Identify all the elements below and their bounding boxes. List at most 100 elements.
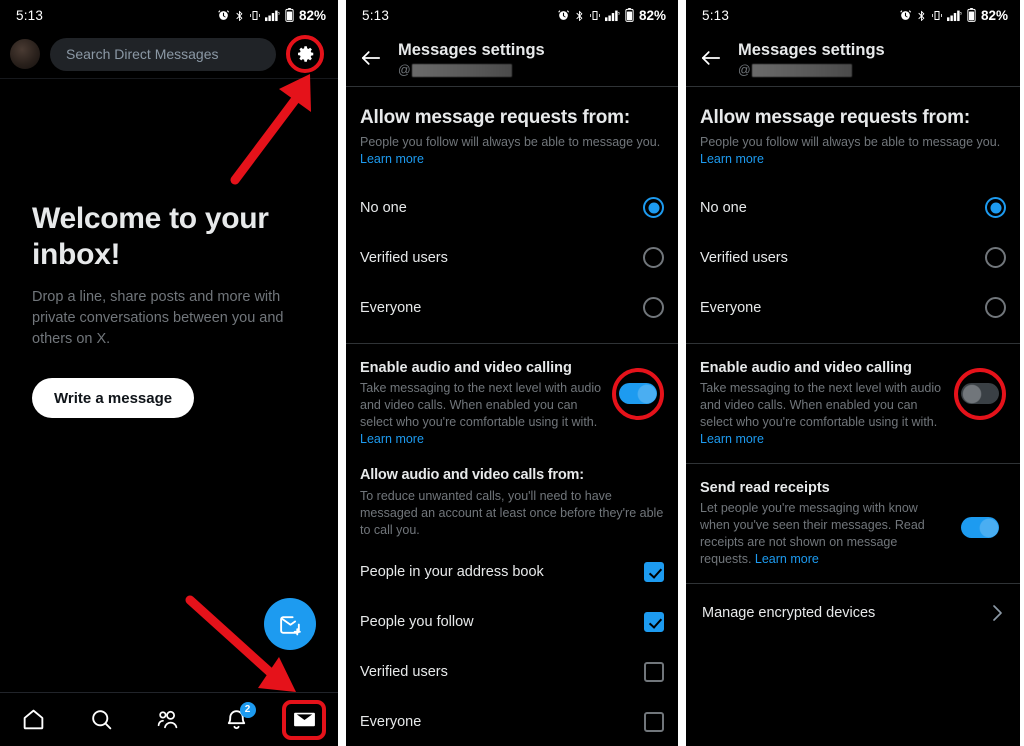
setting-description-text: Take messaging to the next level with au… [360,380,602,430]
learn-more-link[interactable]: Learn more [755,552,819,566]
calls-from-section: Allow audio and video calls from: To red… [346,463,678,540]
page-title: Messages settings [398,41,545,59]
svg-text:5: 5 [618,11,620,15]
nav-item-messages[interactable] [270,693,338,746]
nav-item-notifications[interactable]: 2 [203,693,271,746]
panel-messages-settings-calling-on: 5:13 5 82% Messages settings @ Allow mes… [346,0,678,746]
back-button[interactable] [360,48,382,68]
radio-button[interactable] [985,197,1006,218]
checkbox[interactable] [644,662,664,683]
bluetooth-icon [576,10,583,21]
section-description: People you follow will always be able to… [700,134,1006,169]
learn-more-link[interactable]: Learn more [700,152,764,166]
toggle-switch-off[interactable] [961,383,999,404]
setting-description: Take messaging to the next level with au… [700,380,944,449]
svg-text:5: 5 [278,11,280,15]
panel-separator-1 [338,0,346,746]
radio-button[interactable] [643,297,664,318]
radio-button[interactable] [643,247,664,268]
radio-button[interactable] [985,247,1006,268]
handle-prefix: @ [398,63,411,77]
write-a-message-button[interactable]: Write a message [32,378,195,419]
radio-option-verified-users[interactable]: Verified users [686,233,1020,283]
setting-title: Send read receipts [700,479,830,496]
home-icon [24,709,44,730]
nav-item-home[interactable] [0,693,68,746]
nav-item-communities[interactable] [135,693,203,746]
search-icon [92,710,112,730]
status-bar-clock: 5:13 [16,7,44,23]
option-label: Everyone [360,299,422,316]
read-receipts-toggle[interactable] [954,502,1006,554]
section-description: To reduce unwanted calls, you'll need to… [360,488,664,538]
settings-gear-button[interactable] [286,35,324,73]
header-divider [0,78,338,79]
status-bar-icons: 5 82% [217,8,326,23]
enable-calling-toggle[interactable] [954,367,1006,420]
option-label: Verified users [360,249,448,266]
message-requests-section: Allow message requests from: People you … [686,87,1020,169]
message-requests-section: Allow message requests from: People you … [346,87,678,169]
radio-option-everyone[interactable]: Everyone [346,283,678,333]
people-icon [158,710,178,729]
battery-percent: 82% [980,7,1008,23]
back-arrow-icon [701,51,721,65]
learn-more-link[interactable]: Learn more [360,432,424,446]
settings-title-group: Messages settings @ [398,39,545,77]
panel-messages-settings-calling-off: 5:13 5 82% Messages settings @ Allow mes… [686,0,1020,746]
enable-calling-toggle[interactable] [612,367,664,420]
status-bar-clock: 5:13 [702,7,730,23]
toggle-switch-on[interactable] [619,383,657,404]
new-message-fab[interactable] [264,598,316,650]
bluetooth-icon [236,10,243,21]
manage-encrypted-devices-row[interactable]: Manage encrypted devices [686,584,1020,642]
battery-icon [967,8,976,22]
section-title: Allow message requests from: [360,107,630,128]
status-bar: 5:13 5 82% [686,0,1020,30]
checkbox-option-people-you-follow[interactable]: People you follow [346,597,678,647]
checkbox-option-address-book[interactable]: People in your address book [346,547,678,597]
search-input[interactable]: Search Direct Messages [50,37,276,71]
option-label: Verified users [360,664,448,681]
checkbox-option-verified-users[interactable]: Verified users [346,647,678,697]
radio-option-no-one[interactable]: No one [346,183,678,233]
screenshot-stage: 5:13 5 82% Search Direct Messages Welcom… [0,0,1024,746]
handle-prefix: @ [738,63,751,77]
option-label: People you follow [360,614,474,631]
radio-option-everyone[interactable]: Everyone [686,283,1020,333]
section-title: Allow message requests from: [700,107,970,128]
chevron-right-icon [993,604,1002,621]
checkbox[interactable] [644,612,664,633]
setting-title: Enable audio and video calling [360,359,572,376]
setting-title: Enable audio and video calling [700,359,912,376]
toggle-switch-on[interactable] [961,517,999,538]
option-label: Everyone [700,299,762,316]
empty-description: Drop a line, share posts and more with p… [32,289,284,348]
avatar[interactable] [10,39,40,69]
radio-option-no-one[interactable]: No one [686,183,1020,233]
settings-title-group: Messages settings @ [738,39,885,77]
radio-button[interactable] [643,197,664,218]
radio-button[interactable] [985,297,1006,318]
account-handle: @ [398,63,545,77]
learn-more-link[interactable]: Learn more [360,152,424,166]
battery-icon [625,8,634,22]
checkbox[interactable] [644,712,664,733]
read-receipts-section: Send read receipts Let people you're mes… [686,464,1020,583]
account-handle: @ [738,63,885,77]
page-title: Messages settings [738,41,885,59]
handle-redacted-block [411,63,512,77]
section-description-text: People you follow will always be able to… [360,135,661,149]
radio-option-verified-users[interactable]: Verified users [346,233,678,283]
empty-inbox-state: Welcome to your inbox! Drop a line, shar… [0,201,338,419]
checkbox-option-everyone[interactable]: Everyone [346,697,678,746]
checkbox[interactable] [644,562,664,583]
status-bar: 5:13 5 82% [0,0,338,30]
settings-header: Messages settings @ [686,30,1020,86]
back-button[interactable] [700,48,722,68]
nav-item-search[interactable] [68,693,136,746]
bottom-navigation: 2 [0,692,338,746]
panel-direct-messages: 5:13 5 82% Search Direct Messages Welcom… [0,0,338,746]
learn-more-link[interactable]: Learn more [700,432,764,446]
section-title: Allow audio and video calls from: [360,466,584,483]
